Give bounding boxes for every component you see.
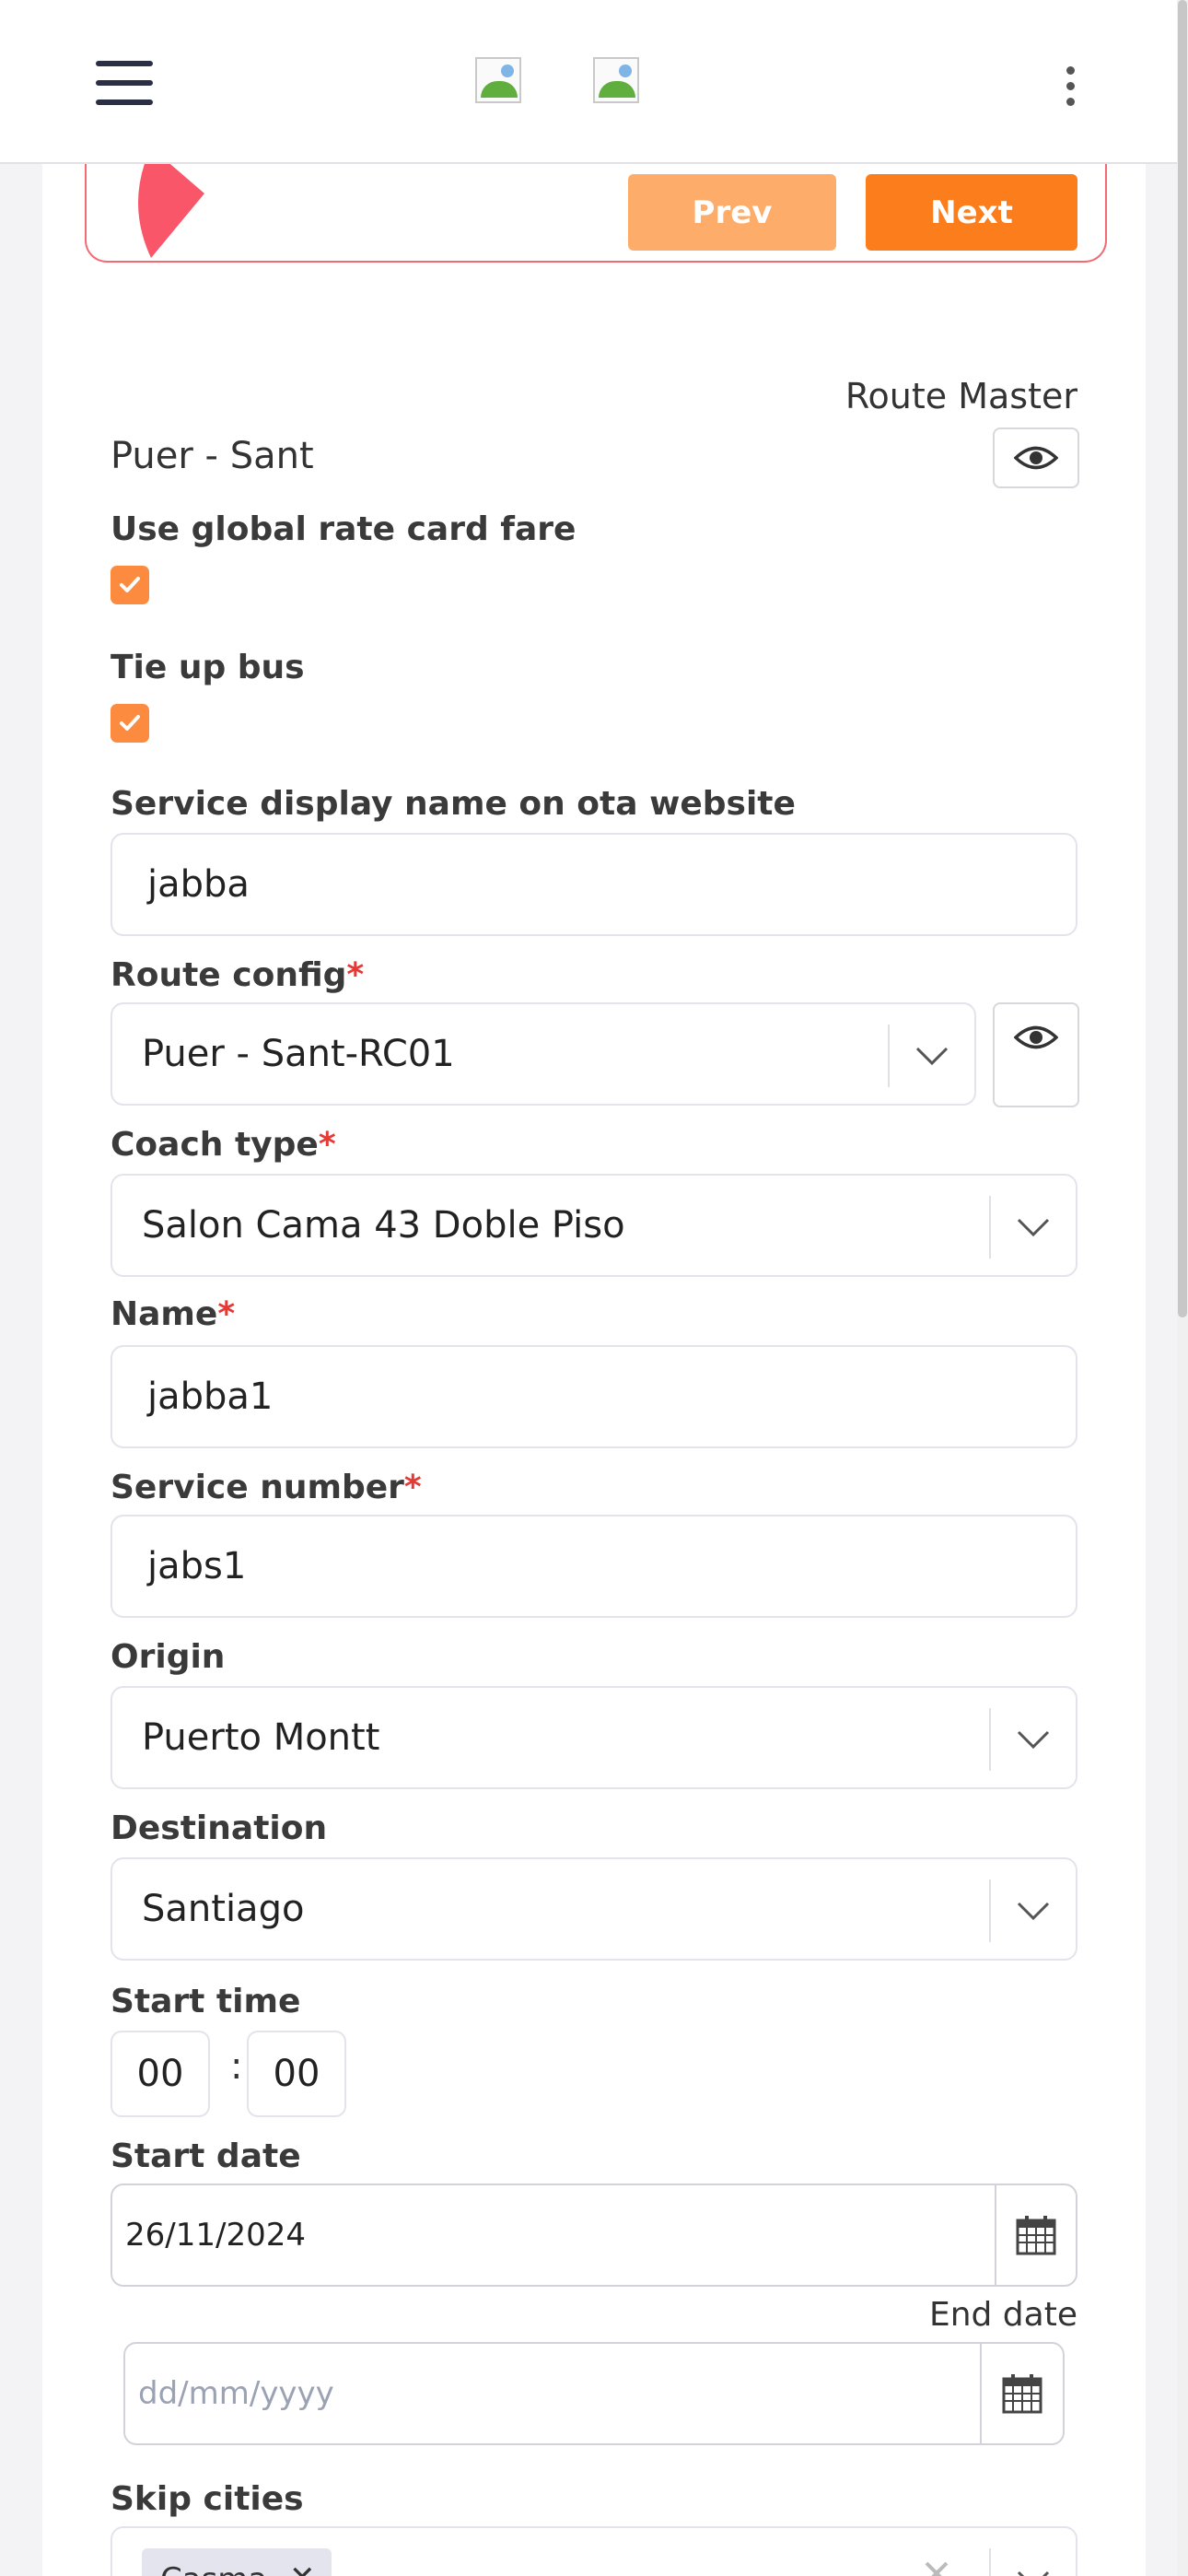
end-date-label: End date [928, 2296, 1077, 2334]
hamburger-icon[interactable] [96, 61, 153, 105]
name-value: jabba1 [147, 1376, 274, 1418]
required-mark: * [318, 1126, 336, 1164]
eye-icon [1014, 446, 1058, 470]
end-date-placeholder: dd/mm/yyyy [138, 2375, 334, 2412]
name-label: Name* [111, 1295, 236, 1333]
view-route-master-button[interactable] [993, 427, 1079, 488]
tie-up-bus-label: Tie up bus [111, 649, 305, 686]
coach-type-select[interactable]: Salon Cama 43 Doble Piso [111, 1174, 1077, 1277]
coach-type-value: Salon Cama 43 Doble Piso [142, 1204, 625, 1247]
origin-value: Puerto Montt [142, 1716, 380, 1759]
service-number-input[interactable]: jabs1 [111, 1515, 1077, 1618]
view-route-config-button[interactable] [993, 1002, 1079, 1107]
prev-button[interactable]: Prev [628, 174, 836, 251]
start-date-value: 26/11/2024 [125, 2217, 306, 2254]
skip-city-chip-label: Casma [160, 2561, 267, 2576]
required-mark: * [403, 1469, 422, 1506]
step-indicator-icon [138, 164, 204, 258]
calendar-icon [1016, 2216, 1056, 2255]
chevron-down-icon[interactable] [1015, 1211, 1052, 1244]
chevron-down-icon[interactable] [1015, 2563, 1052, 2576]
chevron-down-icon[interactable] [914, 1039, 950, 1072]
broken-image-icon [475, 57, 521, 103]
skip-city-chip: Casma ✕ [142, 2548, 332, 2576]
end-date-calendar-button[interactable] [980, 2344, 1063, 2443]
route-master-label: Route Master [844, 376, 1077, 416]
skip-cities-label: Skip cities [111, 2480, 304, 2518]
start-time-hours-input[interactable]: 00 [111, 2031, 210, 2117]
destination-label: Destination [111, 1809, 328, 1847]
start-time-minutes-input[interactable]: 00 [247, 2031, 346, 2117]
origin-select[interactable]: Puerto Montt [111, 1686, 1077, 1789]
route-config-label: Route config* [111, 956, 365, 994]
coach-type-label: Coach type* [111, 1126, 336, 1164]
time-separator: : [230, 2045, 243, 2088]
service-number-label: Service number* [111, 1469, 422, 1506]
service-display-name-label: Service display name on ota website [111, 785, 796, 823]
broken-image-icon [593, 57, 639, 103]
start-date-label: Start date [111, 2137, 301, 2175]
top-navigation-bar [0, 0, 1177, 164]
origin-label: Origin [111, 1638, 226, 1676]
destination-select[interactable]: Santiago [111, 1857, 1077, 1961]
scrollbar-thumb[interactable] [1178, 0, 1187, 1317]
service-number-value: jabs1 [147, 1545, 247, 1587]
tie-up-bus-checkbox[interactable] [111, 704, 149, 743]
chevron-down-icon[interactable] [1015, 1723, 1052, 1756]
service-display-name-value: jabba [147, 863, 250, 906]
required-mark: * [346, 956, 365, 994]
chevron-down-icon[interactable] [1015, 1894, 1052, 1927]
clear-icon[interactable] [923, 2559, 950, 2576]
page-scrollbar[interactable] [1177, 0, 1188, 2576]
calendar-icon [1002, 2374, 1042, 2414]
kebab-menu-icon[interactable] [1066, 66, 1076, 107]
step-navigation: Prev Next [85, 164, 1107, 263]
route-config-value: Puer - Sant-RC01 [142, 1033, 455, 1075]
route-master-value: Puer - Sant [111, 435, 314, 477]
start-date-input[interactable]: 26/11/2024 [111, 2184, 1077, 2287]
service-display-name-input[interactable]: jabba [111, 833, 1077, 936]
global-rate-checkbox[interactable] [111, 566, 149, 604]
required-mark: * [217, 1295, 236, 1333]
end-date-input[interactable]: dd/mm/yyyy [123, 2342, 1065, 2445]
next-button[interactable]: Next [866, 174, 1077, 251]
route-config-select[interactable]: Puer - Sant-RC01 [111, 1002, 976, 1106]
checkmark-icon [120, 715, 140, 731]
destination-value: Santiago [142, 1888, 305, 1930]
start-time-label: Start time [111, 1983, 301, 2020]
start-date-calendar-button[interactable] [995, 2185, 1076, 2285]
checkmark-icon [120, 577, 140, 592]
remove-chip-icon[interactable]: ✕ [289, 2559, 316, 2576]
global-rate-label: Use global rate card fare [111, 510, 577, 548]
name-input[interactable]: jabba1 [111, 1345, 1077, 1448]
eye-icon [1014, 1025, 1058, 1049]
